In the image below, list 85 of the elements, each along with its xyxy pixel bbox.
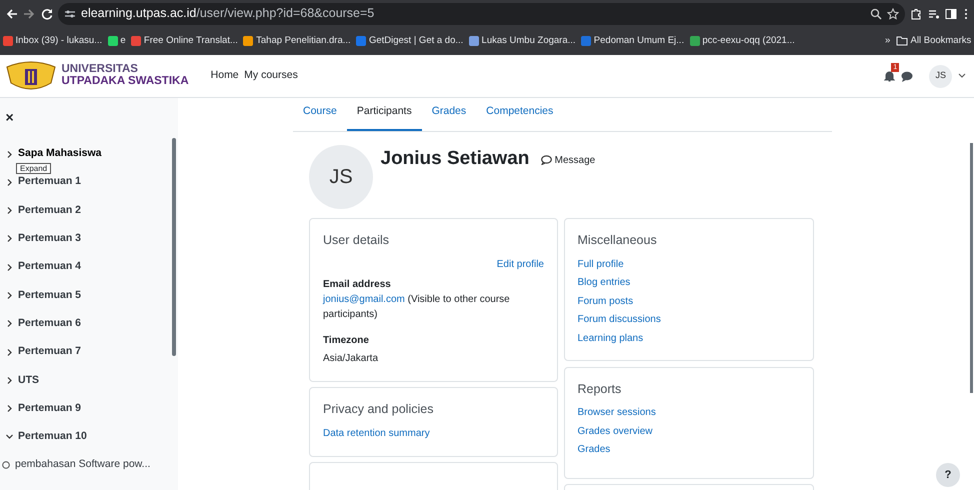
url-text: elearning.utpas.ac.id/user/view.php?id=68&course=5 xyxy=(81,5,376,22)
card-title: Reports xyxy=(578,380,622,398)
all-bookmarks[interactable]: All Bookmarks xyxy=(896,34,972,48)
profile-link[interactable]: Forum posts xyxy=(578,292,800,311)
tooltip: Expand xyxy=(16,163,52,174)
message-link[interactable]: Message xyxy=(540,144,596,168)
bookmarks-overflow[interactable]: » xyxy=(884,34,890,48)
profile-link[interactable]: Grades xyxy=(578,441,800,460)
sidebar-item[interactable]: pembahasan Software pow... xyxy=(2,457,172,474)
chevron-right-icon xyxy=(6,348,12,356)
profile-link[interactable]: Browser sessions xyxy=(578,404,800,423)
profile-link[interactable]: Blog entries xyxy=(578,274,800,292)
chevron-right-icon xyxy=(6,376,12,384)
sidebar-item[interactable]: Pertemuan 1 xyxy=(6,174,172,190)
sidebar-item[interactable]: Sapa Mahasiswa xyxy=(6,146,172,162)
profile-avatar: JS xyxy=(309,144,373,209)
field-label: Timezone xyxy=(323,334,370,348)
field-value: Asia/Jakarta xyxy=(323,352,380,366)
folder-icon xyxy=(896,36,908,46)
tab[interactable]: Participants xyxy=(346,98,422,131)
forward-icon[interactable] xyxy=(23,8,35,20)
sidebar-item[interactable]: Pertemuan 4 xyxy=(6,259,172,276)
profile-link[interactable]: Grades overview xyxy=(578,422,800,442)
nav-link[interactable]: My courses xyxy=(244,68,298,84)
card-title: User details xyxy=(323,232,390,249)
chevron-right-icon xyxy=(6,264,12,271)
caret-icon[interactable] xyxy=(958,73,966,79)
star-icon[interactable] xyxy=(887,8,899,20)
sidebar-item[interactable]: Pertemuan 7 xyxy=(6,344,172,360)
bookmark[interactable]: Lukas Umbu Zogara... xyxy=(468,34,576,48)
brand-line: UNIVERSITAS xyxy=(62,64,139,76)
card-title: Privacy and policies xyxy=(323,401,434,418)
bookmark[interactable]: Free Online Translat... xyxy=(131,34,238,48)
profile-link[interactable]: Full profile xyxy=(578,256,800,274)
back-icon[interactable] xyxy=(6,8,18,20)
bookmark[interactable]: Pedoman Umum Ej... xyxy=(581,34,684,48)
bookmark[interactable]: e xyxy=(108,34,126,48)
chevron-down-icon xyxy=(6,433,12,440)
menu-icon[interactable] xyxy=(962,8,968,20)
chat-icon[interactable] xyxy=(900,70,913,82)
email-link[interactable]: jonius@gmail.com xyxy=(323,294,405,305)
bell-icon[interactable] xyxy=(884,70,896,82)
bookmark[interactable]: pcc-eexu-oqq (2021... xyxy=(690,34,795,48)
user-avatar[interactable]: JS xyxy=(929,64,952,88)
chevron-right-icon xyxy=(6,292,12,299)
reload-icon[interactable] xyxy=(40,8,52,20)
sidebar-item[interactable]: Pertemuan 6 xyxy=(6,316,172,332)
profile-link[interactable]: Learning plans xyxy=(578,330,800,348)
chevron-right-icon xyxy=(6,150,12,158)
brand-line: UTPADAKA SWASTIKA xyxy=(62,75,189,88)
card-title: Miscellaneous xyxy=(578,232,658,249)
extensions-icon[interactable] xyxy=(910,8,922,20)
chevron-right-icon xyxy=(6,207,12,214)
zoom-icon[interactable] xyxy=(870,8,882,20)
sidebar-item[interactable]: Pertemuan 10 xyxy=(6,428,172,445)
speech-bubble-icon xyxy=(540,155,552,166)
media-icon[interactable] xyxy=(928,8,940,20)
chevron-right-icon xyxy=(6,405,12,412)
address-bar[interactable]: elearning.utpas.ac.id/user/view.php?id=68&course=5 xyxy=(58,2,904,24)
edit-profile-link[interactable]: Edit profile xyxy=(323,256,544,274)
circle-icon xyxy=(2,461,10,470)
sidebar-item[interactable]: Pertemuan 9 xyxy=(6,400,172,417)
chevron-right-icon xyxy=(6,178,12,186)
tab[interactable]: Competencies xyxy=(476,98,564,131)
tab[interactable]: Grades xyxy=(422,98,476,131)
bookmark[interactable]: Tahap Penelitian.dra... xyxy=(243,34,351,48)
field-label: Email address xyxy=(323,278,392,292)
sidebar-item[interactable]: UTS xyxy=(6,372,172,388)
profile-link[interactable]: Data retention summary xyxy=(323,425,544,444)
bookmark[interactable]: GetDigest | Get a do... xyxy=(356,34,464,48)
nav-link[interactable]: Home xyxy=(210,68,239,84)
field-value: jonius@gmail.com (Visible to other course participants) xyxy=(323,292,511,322)
chevron-right-icon xyxy=(6,235,12,242)
sidebar-item[interactable]: Pertemuan 5 xyxy=(6,287,172,304)
site-settings-icon xyxy=(64,8,76,18)
tab[interactable]: Course xyxy=(293,98,347,131)
help-button[interactable]: ? xyxy=(936,463,960,487)
bookmark[interactable]: Inbox (39) - lukasu... xyxy=(2,34,102,48)
chevron-right-icon xyxy=(6,320,12,328)
user-name: Jonius Setiawan xyxy=(380,146,530,171)
sidebar-item[interactable]: Pertemuan 3 xyxy=(6,230,172,247)
profile-link[interactable]: Forum discussions xyxy=(578,311,800,330)
side-panel-icon[interactable] xyxy=(945,8,957,20)
close-button[interactable]: × xyxy=(6,98,172,146)
sidebar-item[interactable]: Pertemuan 2 xyxy=(6,202,172,219)
